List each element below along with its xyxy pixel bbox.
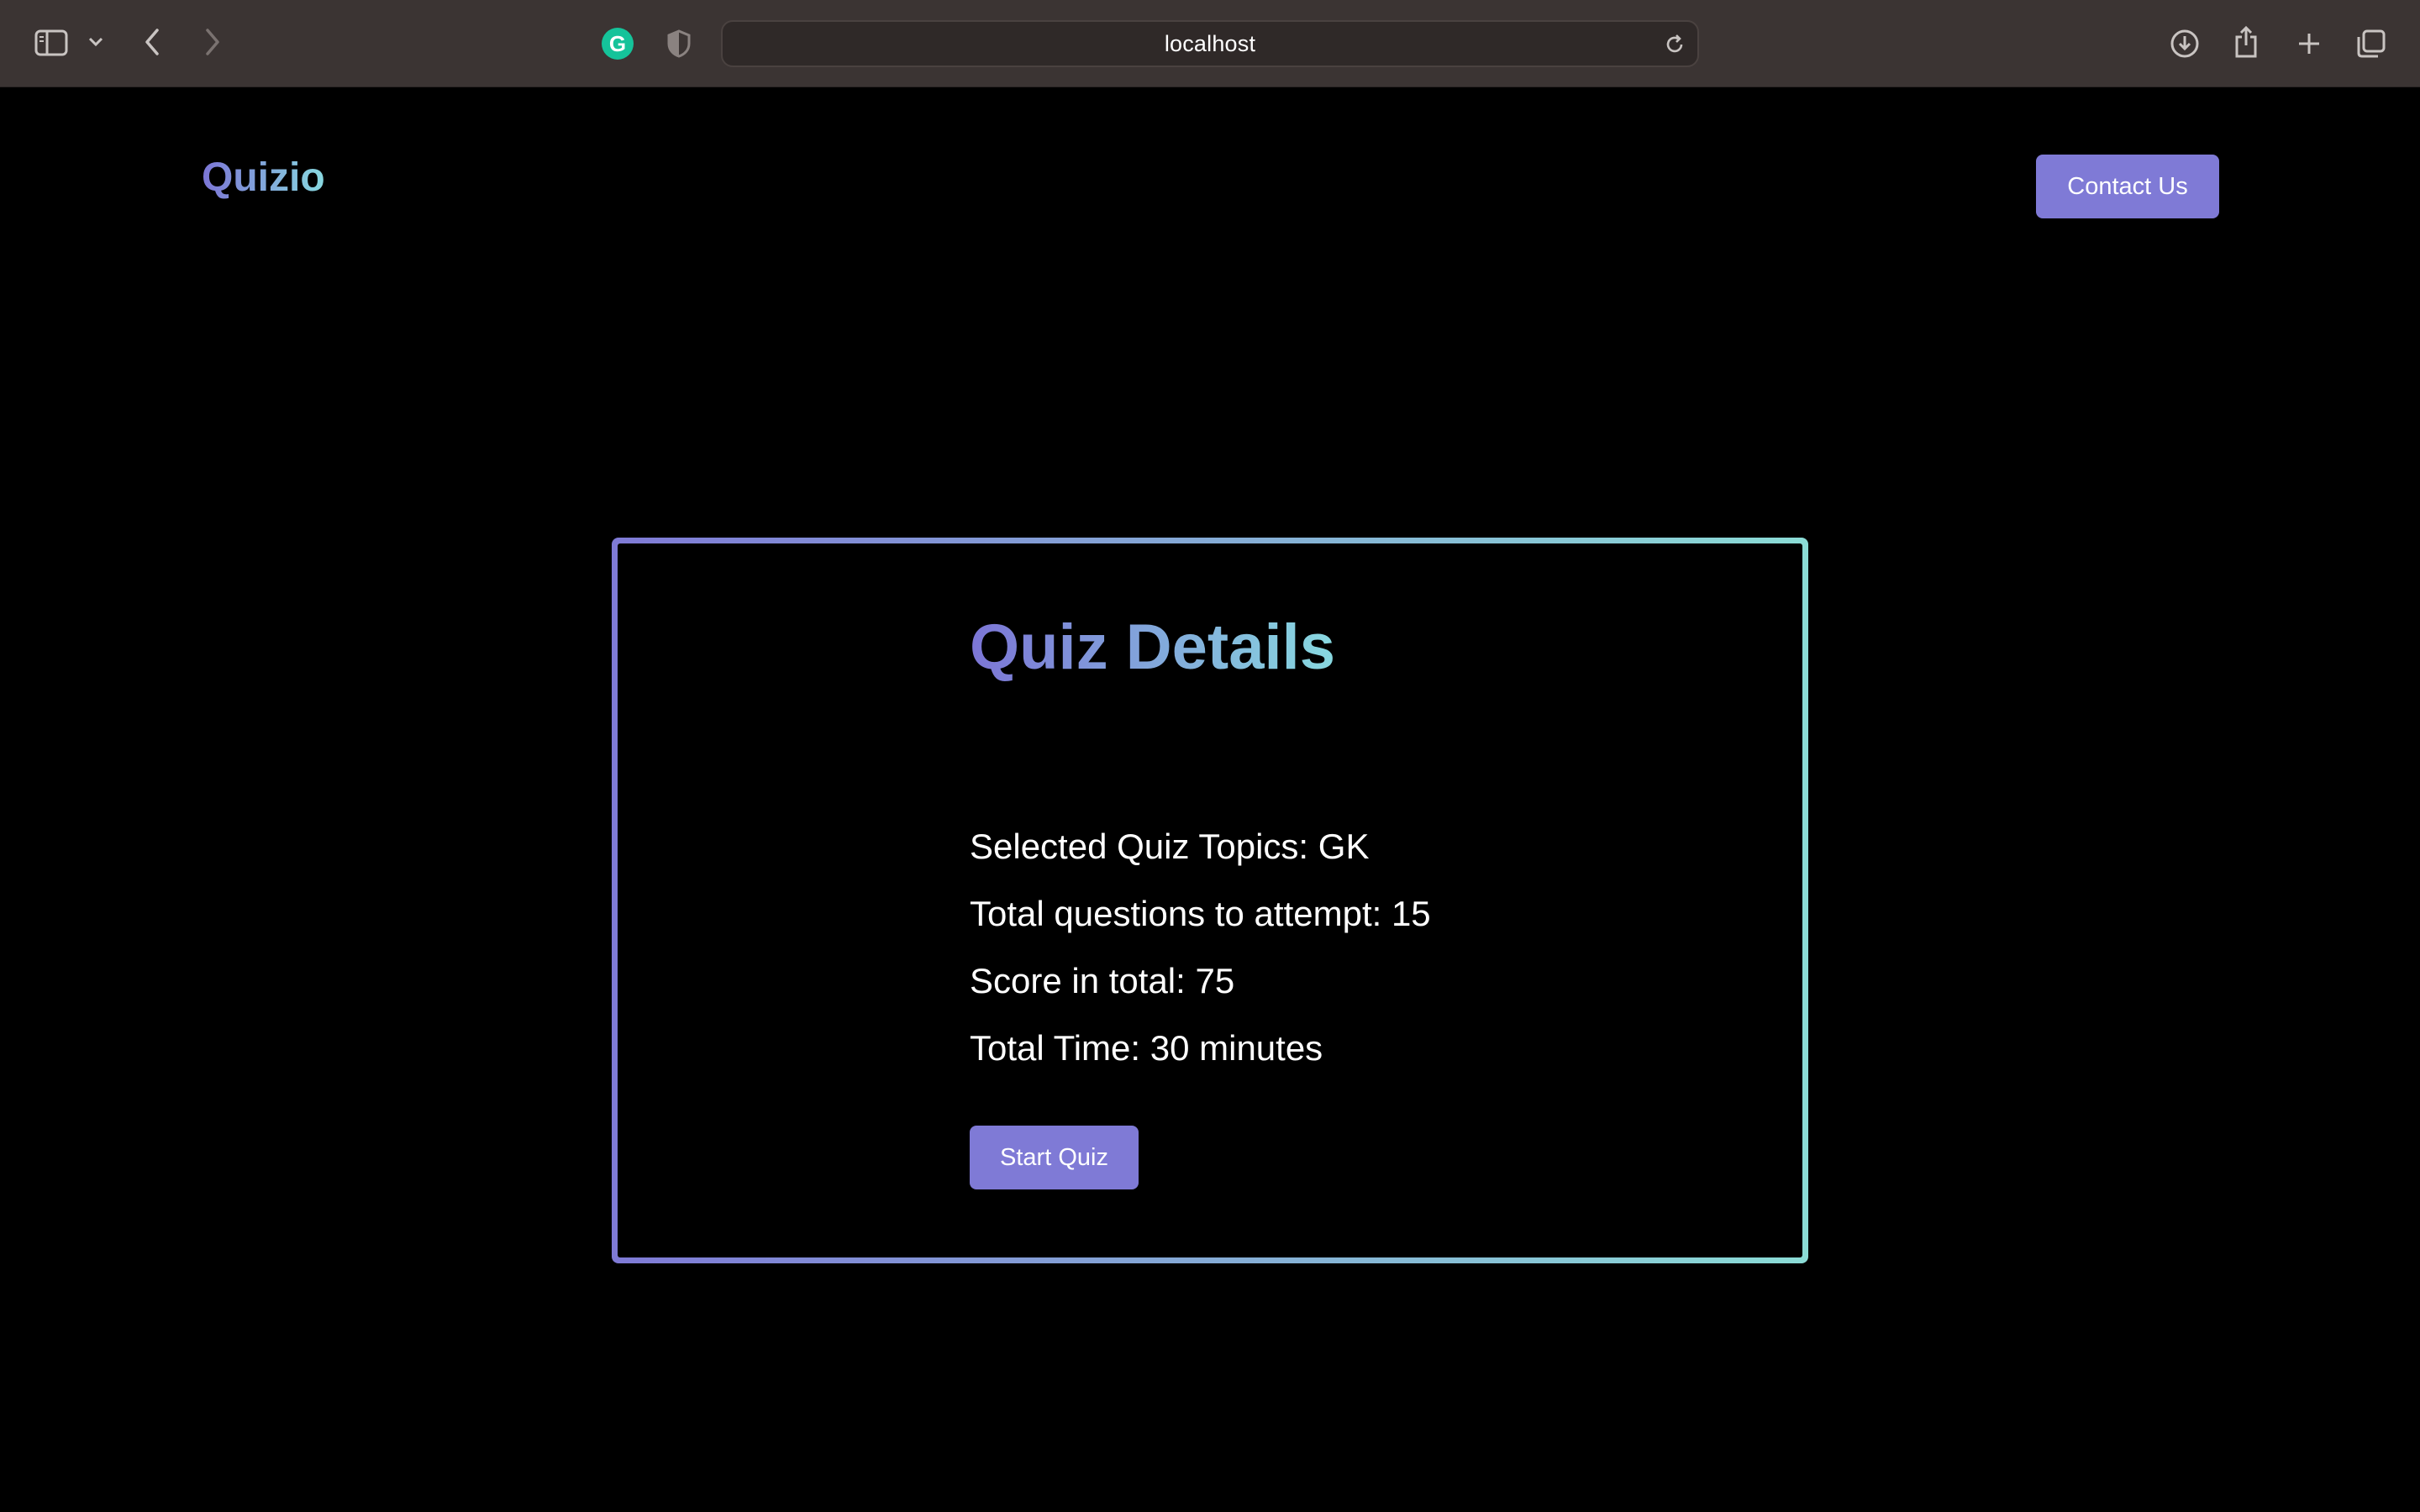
download-icon[interactable] xyxy=(2168,27,2202,60)
grammarly-icon[interactable]: G xyxy=(602,28,634,60)
address-bar[interactable]: localhost xyxy=(721,20,1699,67)
start-quiz-button[interactable]: Start Quiz xyxy=(970,1126,1139,1189)
privacy-shield-icon[interactable] xyxy=(666,29,692,59)
sidebar-icon[interactable] xyxy=(34,27,69,59)
quiz-details-card: Quiz Details Selected Quiz Topics: GK To… xyxy=(612,538,1808,1263)
back-icon[interactable] xyxy=(139,25,165,59)
reload-icon[interactable] xyxy=(1662,32,1687,57)
quiz-topics-text: Selected Quiz Topics: GK xyxy=(970,827,1370,866)
page-title: Quiz Details xyxy=(970,609,1335,686)
quiz-details-card-body: Quiz Details Selected Quiz Topics: GK To… xyxy=(618,543,1802,1257)
share-icon[interactable] xyxy=(2231,24,2261,60)
url-text: localhost xyxy=(1164,30,1256,56)
browser-toolbar: G localhost xyxy=(0,0,2420,87)
forward-icon[interactable] xyxy=(200,25,225,59)
total-time-text: Total Time: 30 minutes xyxy=(970,1028,1323,1068)
logo[interactable]: Quizio xyxy=(202,155,325,202)
tab-overview-icon[interactable] xyxy=(2354,27,2388,60)
contact-us-button[interactable]: Contact Us xyxy=(2036,155,2219,218)
total-score-text: Score in total: 75 xyxy=(970,961,1235,1000)
new-tab-icon[interactable] xyxy=(2292,27,2326,60)
chevron-down-icon[interactable] xyxy=(86,32,106,52)
total-questions-text: Total questions to attempt: 15 xyxy=(970,894,1431,933)
page-content: Quizio Contact Us Quiz Details Selected … xyxy=(0,88,2420,1512)
